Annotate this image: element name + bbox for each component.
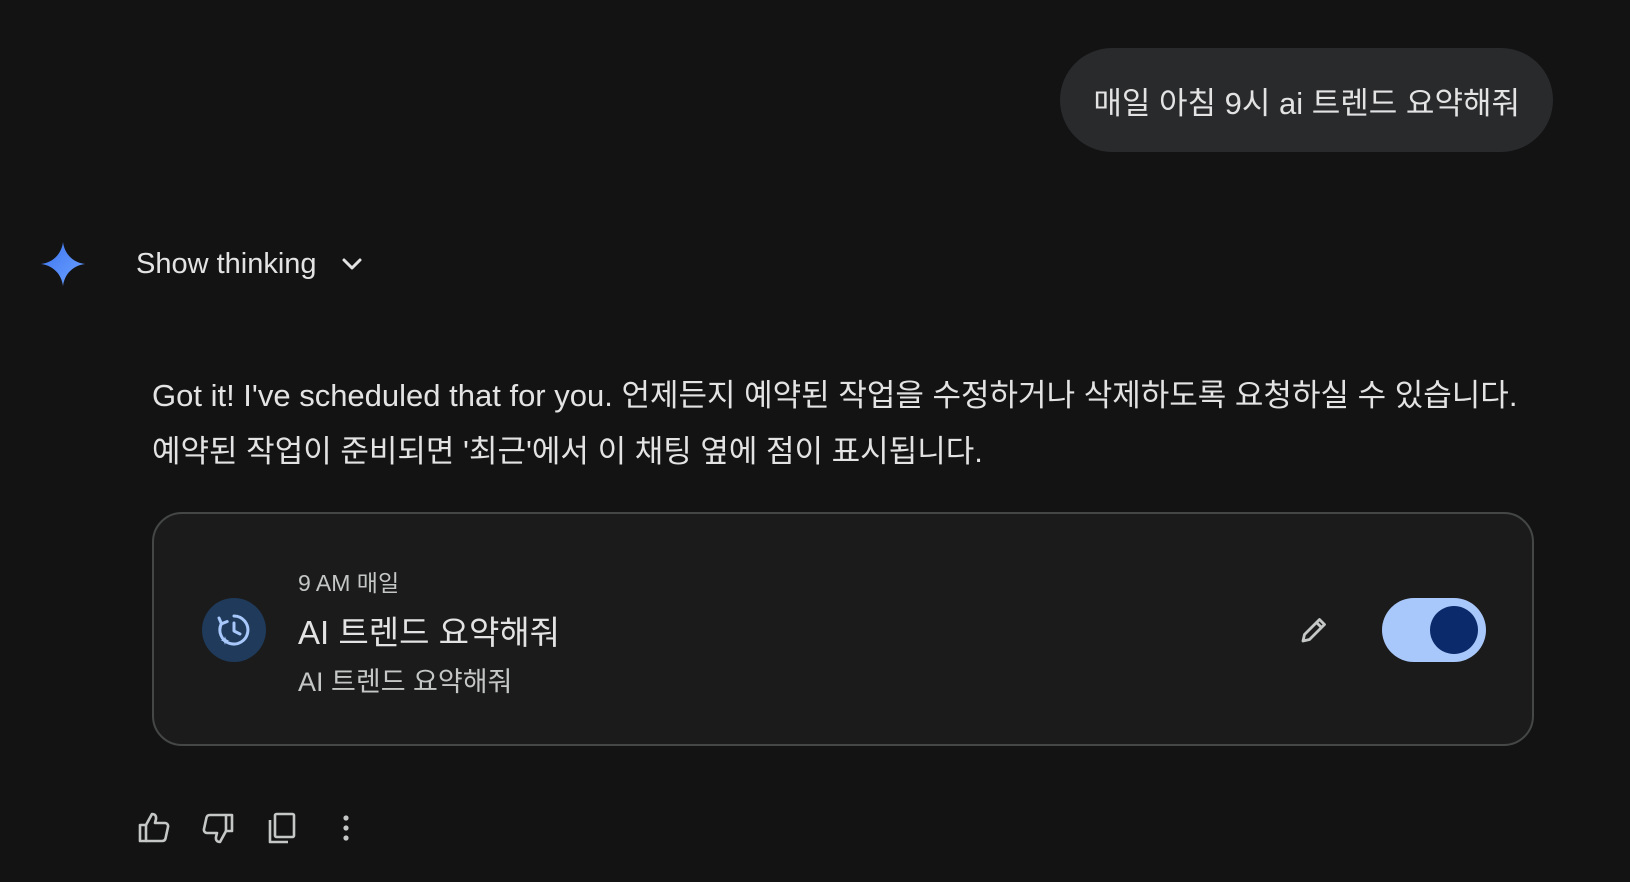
copy-icon [268,812,296,844]
user-message-bubble: 매일 아침 9시 ai 트렌드 요약해줘 [1060,48,1553,152]
toggle-knob [1430,606,1478,654]
edit-schedule-button[interactable] [1290,606,1338,654]
assistant-response: Got it! I've scheduled that for you. 언제든… [152,368,1572,480]
thumbs-up-button[interactable] [134,808,174,848]
pencil-icon [1301,618,1326,643]
copy-button[interactable] [262,808,302,848]
scheduled-task-card: 9 AM 매일 AI 트렌드 요약해줘 AI 트렌드 요약해줘 [152,512,1534,746]
more-vert-icon [343,815,349,841]
response-line-2: 예약된 작업이 준비되면 '최근'에서 이 채팅 옆에 점이 표시됩니다. [152,434,983,469]
schedule-title: AI 트렌드 요약해줘 [298,614,561,651]
user-message-text: 매일 아침 9시 ai 트렌드 요약해줘 [1093,85,1520,121]
schedule-time: 9 AM 매일 [298,570,400,596]
show-thinking-button[interactable]: Show thinking [136,248,367,281]
chevron-down-icon [342,258,362,270]
schedule-enabled-toggle[interactable] [1382,598,1486,662]
thumbs-down-icon [202,813,234,844]
schedule-subtitle: AI 트렌드 요약해줘 [298,667,513,697]
thumbs-up-icon [138,812,170,843]
gemini-spark-icon [41,242,85,286]
thumbs-down-button[interactable] [198,808,238,848]
show-thinking-label: Show thinking [136,247,317,280]
more-options-button[interactable] [326,808,366,848]
response-actions [134,808,390,848]
response-line-1: Got it! I've scheduled that for you. 언제든… [152,378,1518,413]
scheduled-history-icon [202,598,266,662]
assistant-header: Show thinking [40,236,367,292]
